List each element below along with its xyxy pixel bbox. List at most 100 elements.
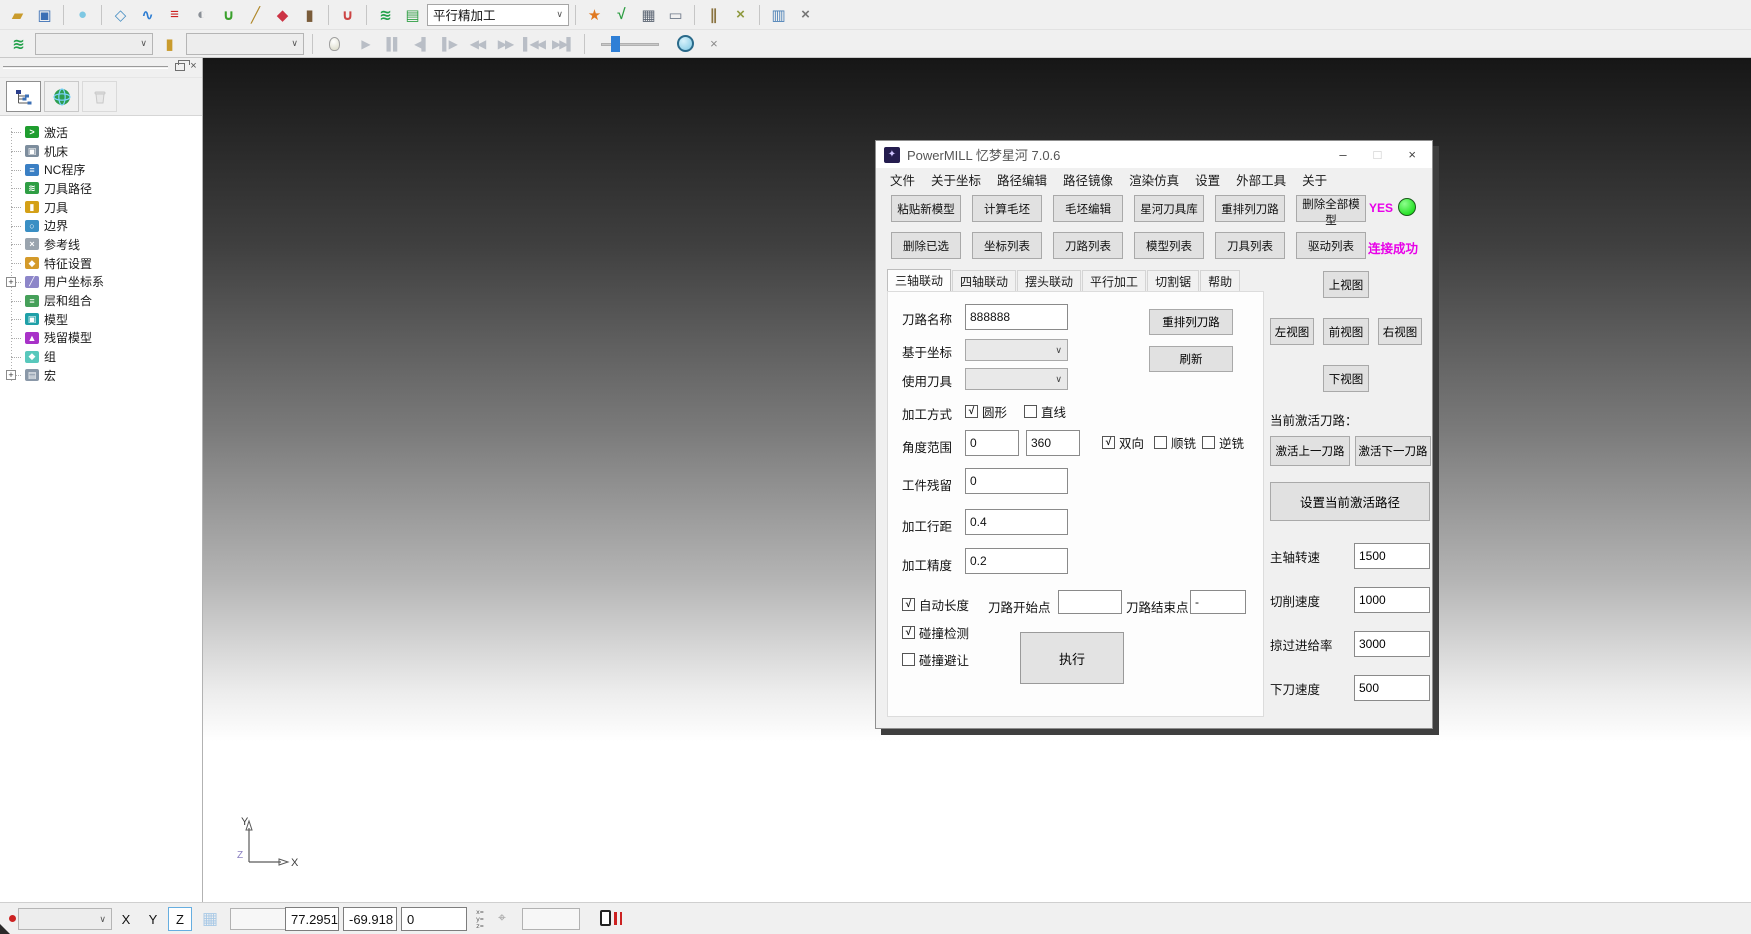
explorer-close-icon[interactable]: × <box>187 60 200 72</box>
feature-set-icon[interactable]: ▮ <box>297 3 322 27</box>
collision-check-checkbox[interactable]: √ 碰撞检测 <box>902 623 969 642</box>
view-left-button[interactable]: 左视图 <box>1270 318 1314 345</box>
toolbar-close-icon[interactable]: × <box>793 3 818 27</box>
drive-list-button[interactable]: 驱动列表 <box>1296 232 1366 259</box>
go-end-button[interactable]: ▶▶▌ <box>549 33 576 55</box>
grid-toggle-button[interactable]: ▦ <box>196 907 224 931</box>
line-checkbox[interactable]: 直线 <box>1024 402 1066 421</box>
climb-mill-checkbox[interactable]: 顺铣 <box>1154 433 1196 452</box>
paste-new-model-button[interactable]: 粘贴新模型 <box>891 195 961 222</box>
stock-remain-input[interactable] <box>965 468 1068 494</box>
tab-4axis[interactable]: 四轴联动 <box>952 270 1016 291</box>
tab-swivel[interactable]: 摆头联动 <box>1017 270 1081 291</box>
tree-item-feature-sets[interactable]: ◆ 特征设置 <box>0 254 202 273</box>
conventional-mill-checkbox[interactable]: 逆铣 <box>1202 433 1244 452</box>
pause-button[interactable]: ▌▌ <box>380 33 406 55</box>
coord-z-field[interactable]: 0 <box>401 907 467 931</box>
tree-item-patterns[interactable]: × 参考线 <box>0 235 202 254</box>
ruler-icon[interactable]: ▭ <box>663 3 688 27</box>
tab-3axis[interactable]: 三轴联动 <box>887 269 951 291</box>
calculator-icon[interactable]: ▦ <box>636 3 661 27</box>
rewind-button[interactable]: ◀◀ <box>464 33 490 55</box>
play-button[interactable]: ▶ <box>352 33 378 55</box>
bidirectional-checkbox[interactable]: √ 双向 <box>1102 433 1144 452</box>
expand-icon[interactable]: + <box>6 370 16 380</box>
statusbar-dropdown[interactable]: ∨ <box>18 908 112 930</box>
tree-item-nc-programs[interactable]: ≡ NC程序 <box>0 160 202 179</box>
tab-parallel[interactable]: 平行加工 <box>1082 270 1146 291</box>
circle-checkbox[interactable]: √ 圆形 <box>965 402 1007 421</box>
view-top-button[interactable]: 上视图 <box>1323 271 1369 298</box>
delete-selected-button[interactable]: 删除已选 <box>891 232 961 259</box>
explorer-tab-world[interactable] <box>44 81 79 112</box>
tree-item-toolpaths[interactable]: ≋ 刀具路径 <box>0 179 202 198</box>
view-bottom-button[interactable]: 下视图 <box>1323 365 1369 392</box>
open-file-icon[interactable]: ▰ <box>5 3 30 27</box>
float-panel-icon[interactable] <box>175 63 185 71</box>
maximize-button[interactable]: □ <box>1374 147 1382 162</box>
verify-icon[interactable]: ★ <box>582 3 607 27</box>
speed-slider[interactable] <box>601 35 659 53</box>
statusbar-field-2[interactable] <box>522 908 580 930</box>
close-button[interactable]: × <box>1408 147 1416 162</box>
slider-handle[interactable] <box>611 36 620 52</box>
coord-y-field[interactable]: -69.918 <box>343 907 397 931</box>
path-start-input[interactable] <box>1058 590 1122 614</box>
tree-item-groups[interactable]: ◆ 组 <box>0 347 202 366</box>
collision-avoid-checkbox[interactable]: 碰撞避让 <box>902 650 969 669</box>
window-pause-icon[interactable] <box>600 910 622 926</box>
path-end-input[interactable] <box>1190 590 1246 614</box>
tolerance-input[interactable] <box>965 548 1068 574</box>
axis-z-button[interactable]: Z <box>168 907 192 931</box>
tree-item-workplanes[interactable]: + ╱ 用户坐标系 <box>0 273 202 292</box>
axis-x-button[interactable]: X <box>114 907 138 931</box>
menu-coords[interactable]: 关于坐标 <box>923 170 989 189</box>
axis-y-button[interactable]: Y <box>141 907 165 931</box>
dialog-title-bar[interactable]: ✦ PowerMILL 忆梦星河 7.0.6 – □ × <box>876 141 1432 168</box>
boundary-icon[interactable]: ∪ <box>216 3 241 27</box>
sim-toolbar-close-icon[interactable]: × <box>704 36 724 51</box>
sim-tool-dropdown[interactable]: ∨ <box>186 33 304 55</box>
set-active-path-button[interactable]: 设置当前激活路径 <box>1270 482 1430 521</box>
step-back-button[interactable]: ◀▌ <box>408 33 434 55</box>
menu-file[interactable]: 文件 <box>882 170 923 189</box>
refresh-button[interactable]: 刷新 <box>1149 346 1233 372</box>
expand-icon[interactable]: + <box>6 277 16 287</box>
base-coord-dropdown[interactable]: ∨ <box>965 339 1068 361</box>
coord-list-button[interactable]: 坐标列表 <box>972 232 1042 259</box>
fast-forward-button[interactable]: ▶▶ <box>492 33 518 55</box>
xinghe-tool-library-button[interactable]: 星河刀具库 <box>1134 195 1204 222</box>
activate-prev-toolpath-button[interactable]: 激活上一刀路 <box>1270 436 1350 466</box>
nc-program-icon[interactable]: ≡ <box>162 3 187 27</box>
tool-ball-icon[interactable]: ◐ <box>189 3 214 27</box>
menu-path-mirror[interactable]: 路径镜像 <box>1055 170 1121 189</box>
tree-item-stock-models[interactable]: ▲ 残留模型 <box>0 329 202 348</box>
go-start-button[interactable]: ▌◀◀ <box>520 33 547 55</box>
tree-item-macros[interactable]: + ▤ 宏 <box>0 366 202 385</box>
lamp-icon[interactable] <box>329 37 340 51</box>
menu-settings[interactable]: 设置 <box>1187 170 1228 189</box>
tools-pair-icon[interactable]: ∥ <box>701 3 726 27</box>
toolpath-list-button[interactable]: 刀路列表 <box>1053 232 1123 259</box>
activate-next-toolpath-button[interactable]: 激活下一刀路 <box>1355 436 1431 466</box>
tab-help[interactable]: 帮助 <box>1200 270 1240 291</box>
tree-item-boundaries[interactable]: ○ 边界 <box>0 216 202 235</box>
clock-icon[interactable] <box>677 35 694 52</box>
sim-toolpath-dropdown[interactable]: ∨ <box>35 33 153 55</box>
tree-item-activate[interactable]: > 激活 <box>0 123 202 142</box>
toolpath-strategy-dropdown[interactable]: 平行精加工 ∨ <box>427 4 569 26</box>
engage-icon[interactable]: ∪ <box>335 3 360 27</box>
explorer-tab-recycle[interactable] <box>82 81 117 112</box>
block-icon[interactable]: ◇ <box>108 3 133 27</box>
rearrange-toolpaths-button[interactable]: 重排列刀路 <box>1215 195 1285 222</box>
panel-grip[interactable] <box>3 66 168 69</box>
angle-to-input[interactable] <box>1026 430 1080 456</box>
delete-all-models-button[interactable]: 删除全部模型 <box>1296 195 1366 222</box>
menu-about[interactable]: 关于 <box>1294 170 1335 189</box>
stock-edit-button[interactable]: 毛坯编辑 <box>1053 195 1123 222</box>
view-front-button[interactable]: 前视图 <box>1323 318 1369 345</box>
toolpath-name-input[interactable] <box>965 304 1068 330</box>
menu-path-edit[interactable]: 路径编辑 <box>989 170 1055 189</box>
step-forward-button[interactable]: ▌▶ <box>436 33 462 55</box>
auto-length-checkbox[interactable]: √ 自动长度 <box>902 595 969 614</box>
